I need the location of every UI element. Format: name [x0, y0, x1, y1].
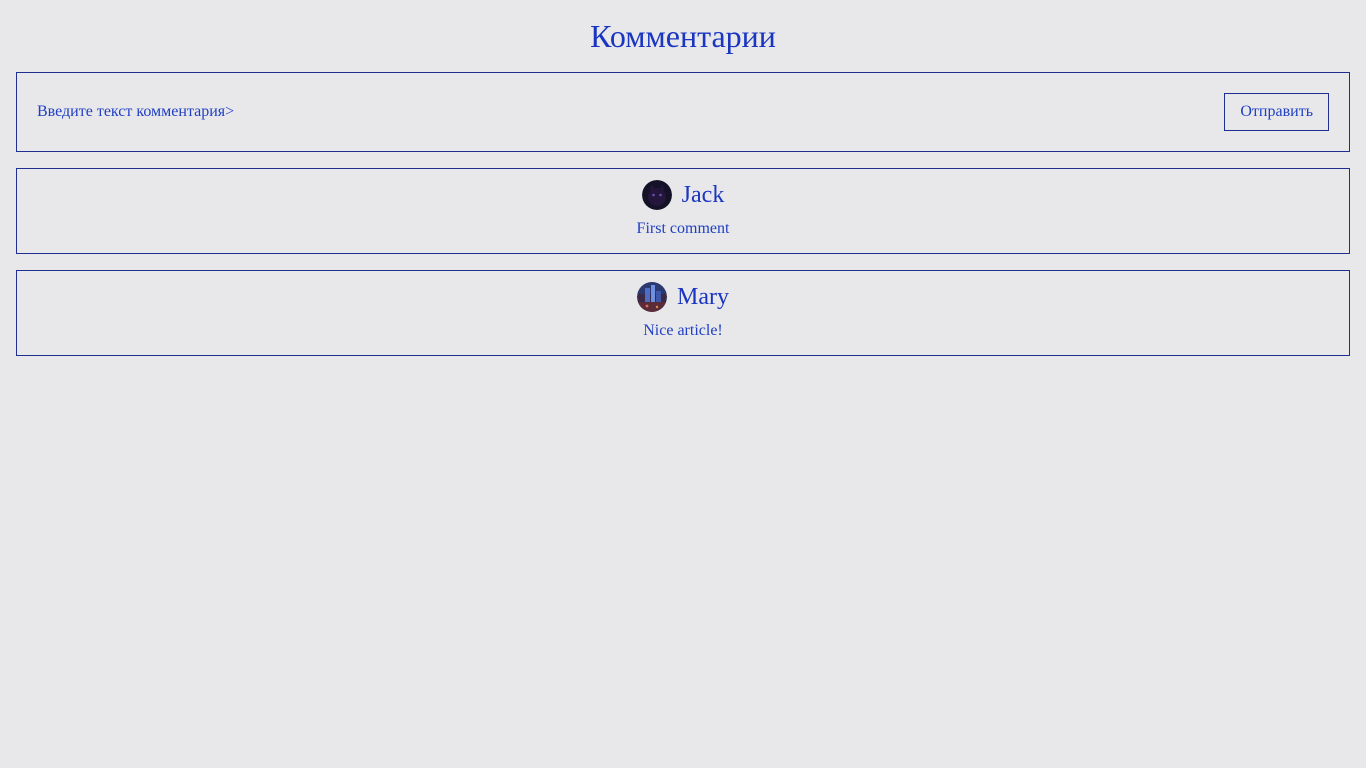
comment-header: Jack	[641, 179, 725, 211]
comment-card: Mary Nice article!	[16, 270, 1350, 356]
comment-card: Jack First comment	[16, 168, 1350, 254]
comment-text-input[interactable]	[37, 97, 1225, 127]
comment-text: Nice article!	[643, 322, 723, 339]
avatar	[641, 180, 672, 210]
comments-page: Комментарии Отправить Jack First comment	[0, 0, 1366, 768]
comment-header: Mary	[637, 281, 729, 313]
avatar	[637, 282, 667, 312]
comment-compose-form: Отправить	[16, 72, 1350, 152]
comment-author: Mary	[677, 284, 729, 310]
send-button[interactable]: Отправить	[1224, 93, 1329, 131]
comment-text: First comment	[636, 220, 730, 237]
comment-author: Jack	[681, 182, 725, 208]
page-title: Комментарии	[590, 18, 776, 54]
